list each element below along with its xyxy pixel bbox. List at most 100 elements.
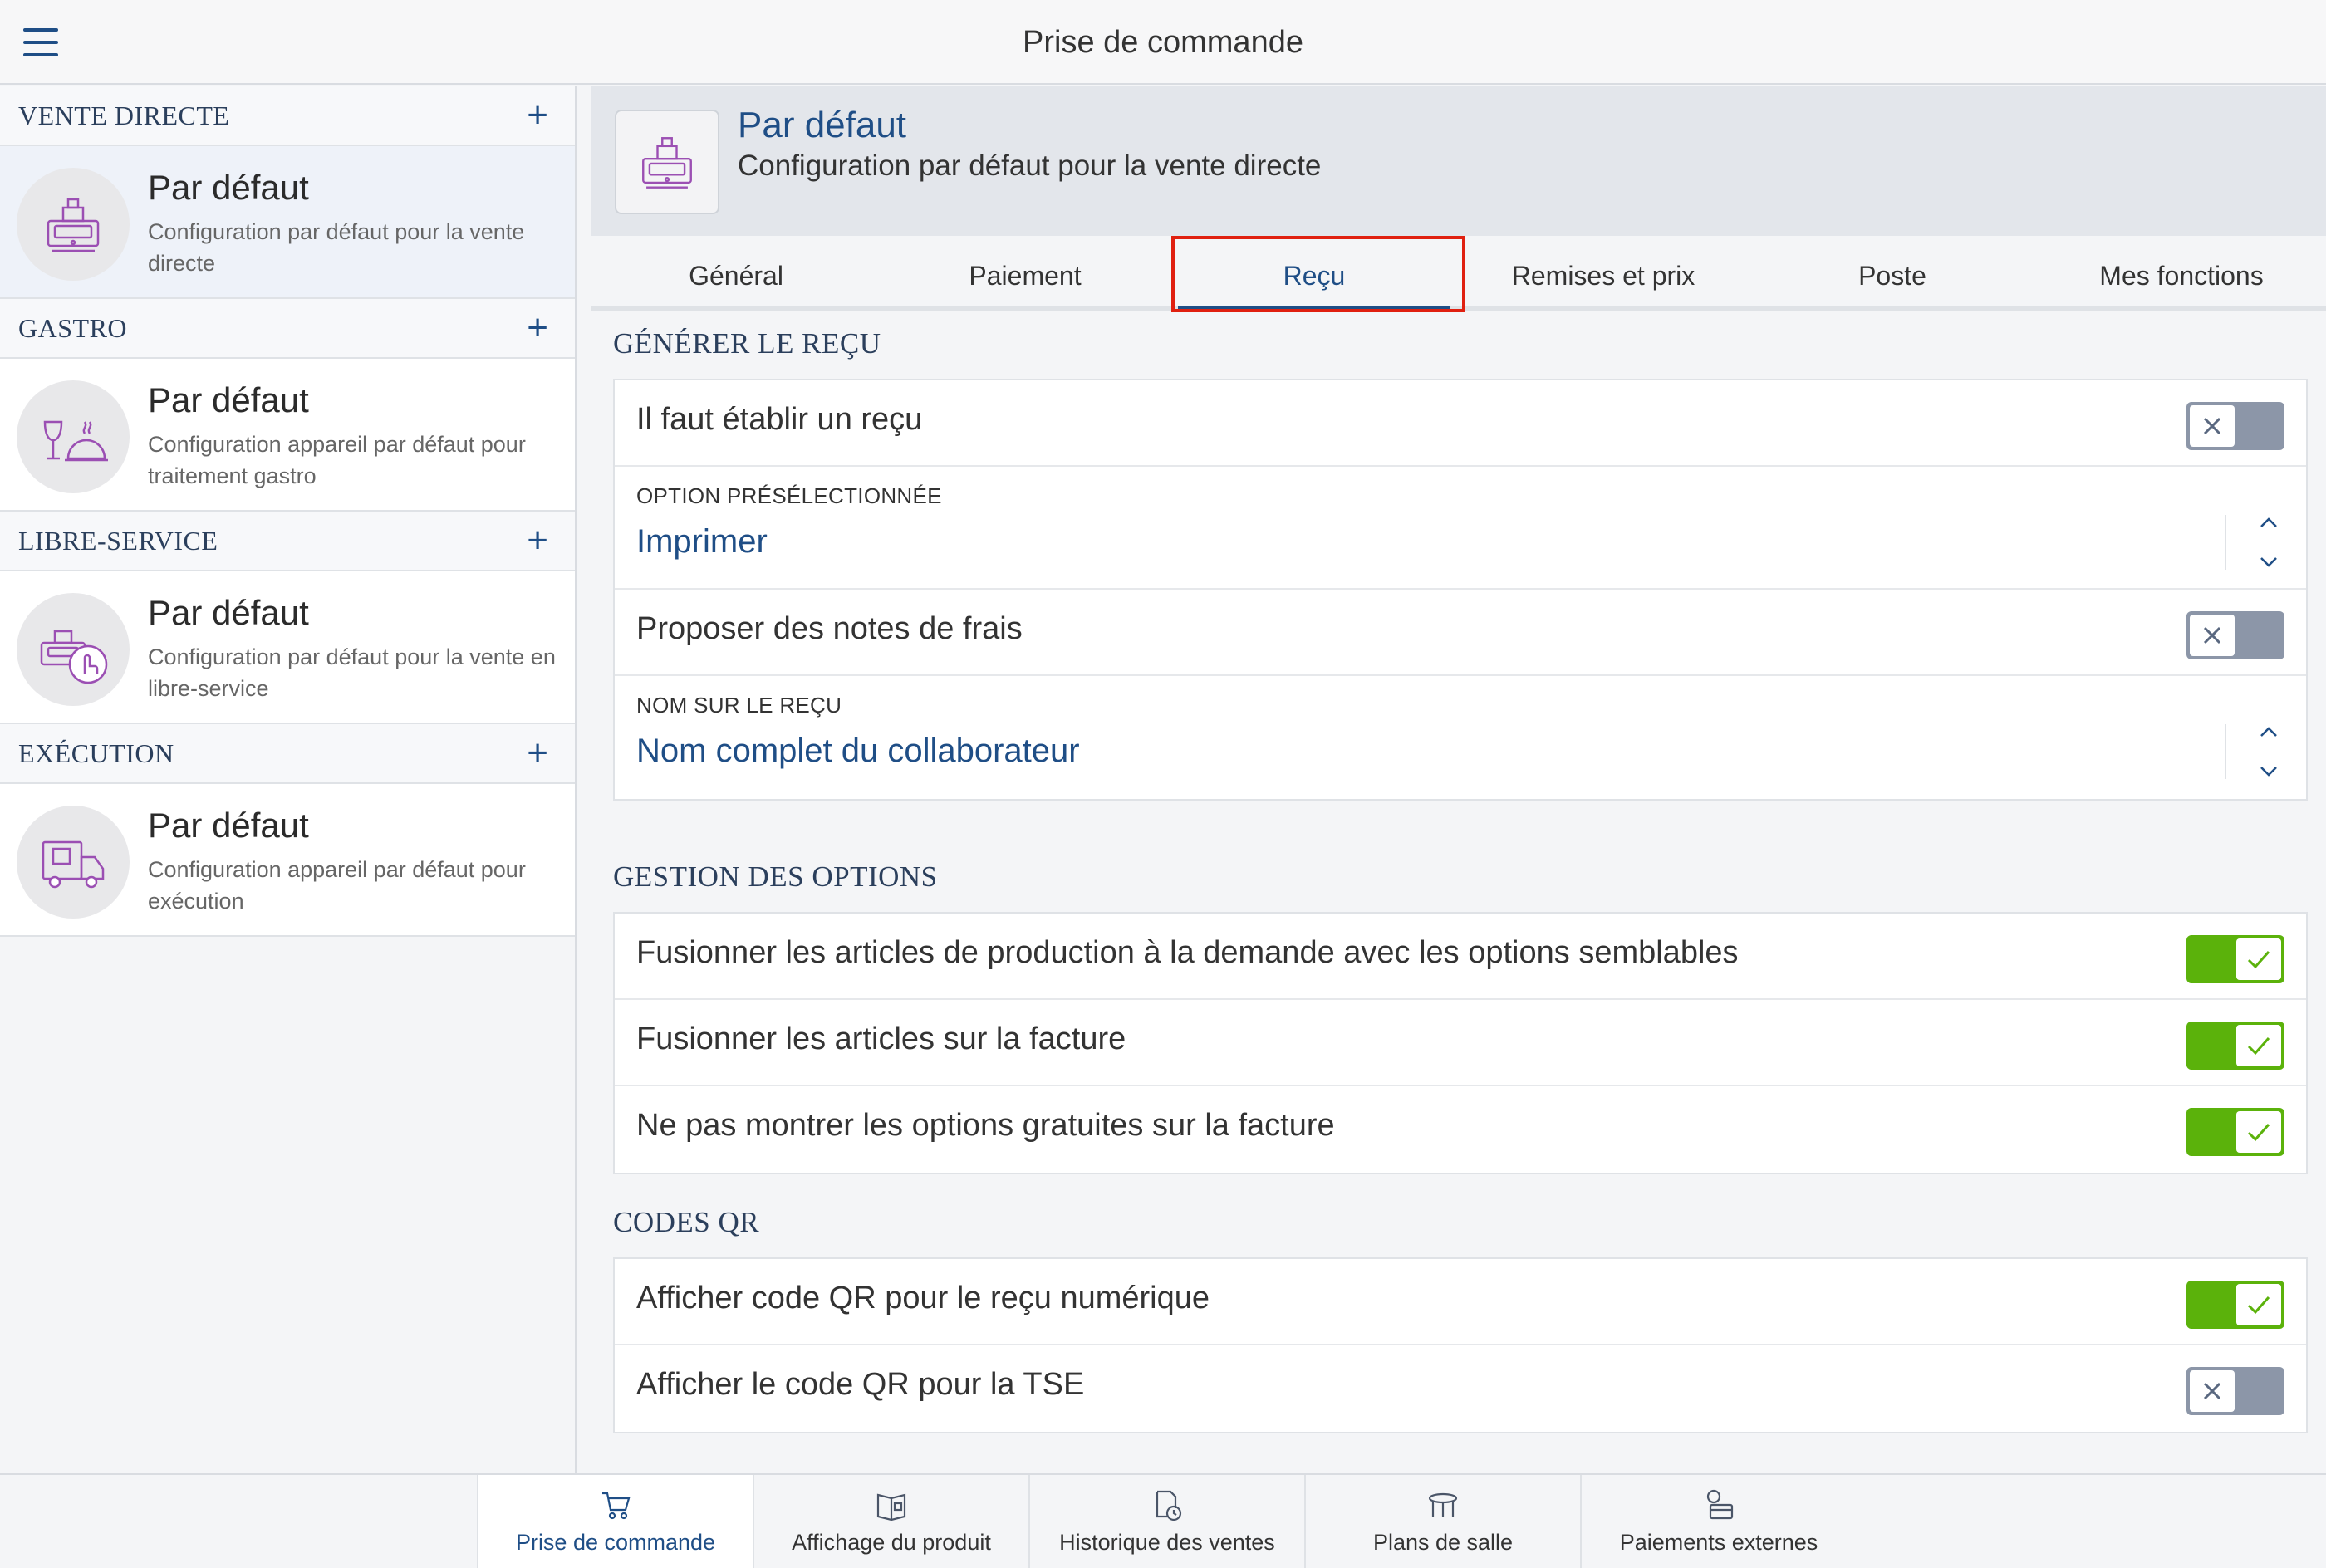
setting-row: Il faut établir un reçu xyxy=(615,380,2306,467)
chevron-up-down-icon[interactable] xyxy=(2256,726,2281,777)
nav-label: Prise de commande xyxy=(515,1530,716,1555)
delivery-truck-icon xyxy=(17,806,130,919)
section-label: EXÉCUTION xyxy=(18,737,174,768)
tab-remises-et-prix[interactable]: Remises et prix xyxy=(1459,236,1748,306)
tab-paiement[interactable]: Paiement xyxy=(881,236,1170,306)
sidebar-item-desc: Configuration par défaut pour la vente d… xyxy=(148,219,525,276)
x-icon xyxy=(2190,615,2235,656)
x-icon xyxy=(2190,1370,2235,1412)
config-title: Par défaut xyxy=(738,105,907,145)
config-header: Par défaut Configuration par défaut pour… xyxy=(591,86,2326,236)
setting-row: Afficher le code QR pour la TSE xyxy=(615,1345,2306,1432)
select-value: Nom complet du collaborateur xyxy=(636,733,1080,769)
tab-recu[interactable]: Reçu xyxy=(1170,236,1459,311)
cart-icon xyxy=(478,1488,753,1526)
setting-row: Fusionner les articles de production à l… xyxy=(615,914,2306,1000)
setting-label: Afficher le code QR pour la TSE xyxy=(636,1367,1085,1402)
nav-label: Paiements externes xyxy=(1619,1530,1818,1555)
nav-plans-de-salle[interactable]: Plans de salle xyxy=(1304,1475,1580,1568)
select-caption: OPTION PRÉSÉLECTIONNÉE xyxy=(636,483,942,508)
section-title-options: GESTION DES OPTIONS xyxy=(613,860,938,893)
add-icon[interactable]: + xyxy=(527,522,548,559)
config-subtitle: Configuration par défaut pour la vente d… xyxy=(738,149,1322,182)
group-qr: Afficher code QR pour le reçu numérique … xyxy=(613,1257,2308,1433)
cash-register-icon xyxy=(17,168,130,281)
section-label: GASTRO xyxy=(18,312,128,343)
tab-general[interactable]: Général xyxy=(591,236,881,306)
app-title: Prise de commande xyxy=(1023,25,1303,60)
setting-label: Fusionner les articles de production à l… xyxy=(636,935,1739,970)
add-icon[interactable]: + xyxy=(527,735,548,772)
chevron-up-down-icon[interactable] xyxy=(2256,517,2281,568)
sidebar-section-gastro: GASTRO + Par défaut Configuration appare… xyxy=(0,299,575,512)
sidebar-item-desc: Configuration appareil par défaut pour t… xyxy=(148,432,526,488)
sales-history-icon xyxy=(1030,1488,1304,1526)
sidebar-section-vente-directe: VENTE DIRECTE + Par défaut Configuration… xyxy=(0,86,575,299)
nav-historique-des-ventes[interactable]: Historique des ventes xyxy=(1028,1475,1304,1568)
sidebar-item-title: Par défaut xyxy=(148,593,309,632)
sidebar-item-title: Par défaut xyxy=(148,806,309,845)
sidebar-item-desc: Configuration appareil par défaut pour e… xyxy=(148,857,526,914)
gastro-icon xyxy=(17,380,130,493)
tab-poste[interactable]: Poste xyxy=(1748,236,2037,306)
sidebar-item-execution[interactable]: Par défaut Configuration appareil par dé… xyxy=(0,784,575,935)
setting-label: Ne pas montrer les options gratuites sur… xyxy=(636,1108,1335,1143)
nav-label: Affichage du produit xyxy=(792,1530,991,1555)
nav-affichage-du-produit[interactable]: Affichage du produit xyxy=(753,1475,1028,1568)
receipt-required-toggle[interactable] xyxy=(2186,402,2284,450)
main-panel: Par défaut Configuration par défaut pour… xyxy=(591,86,2326,1473)
x-icon xyxy=(2190,405,2235,447)
check-icon xyxy=(2236,938,2281,980)
qr-tse-toggle[interactable] xyxy=(2186,1367,2284,1415)
nav-prise-de-commande[interactable]: Prise de commande xyxy=(477,1475,753,1568)
nav-label: Plans de salle xyxy=(1372,1530,1514,1555)
bottom-nav: Prise de commande Affichage du produit H… xyxy=(0,1473,2326,1568)
nav-paiements-externes[interactable]: Paiements externes xyxy=(1580,1475,1856,1568)
tab-bar: Général Paiement Reçu Remises et prix Po… xyxy=(591,236,2326,311)
table-icon xyxy=(1306,1488,1580,1526)
sidebar-item-title: Par défaut xyxy=(148,380,309,419)
setting-label: Afficher code QR pour le reçu numérique xyxy=(636,1281,1210,1316)
external-payment-icon xyxy=(1582,1488,1856,1526)
setting-label: Il faut établir un reçu xyxy=(636,402,923,437)
sidebar-item-title: Par défaut xyxy=(148,168,309,207)
hide-free-options-toggle[interactable] xyxy=(2186,1108,2284,1156)
cash-register-icon xyxy=(615,110,719,214)
add-icon[interactable]: + xyxy=(527,97,548,134)
tab-mes-fonctions[interactable]: Mes fonctions xyxy=(2037,236,2326,306)
sidebar-section-libre-service: LIBRE-SERVICE + Par défaut Configuration… xyxy=(0,512,575,724)
receipt-name-select[interactable]: NOM SUR LE REÇU Nom complet du collabora… xyxy=(615,676,2306,799)
select-value: Imprimer xyxy=(636,523,768,560)
add-icon[interactable]: + xyxy=(527,310,548,346)
sidebar: VENTE DIRECTE + Par défaut Configuration… xyxy=(0,86,577,1473)
group-options: Fusionner les articles de production à l… xyxy=(613,912,2308,1174)
nav-label: Historique des ventes xyxy=(1059,1530,1275,1555)
preselected-option-select[interactable]: OPTION PRÉSÉLECTIONNÉE Imprimer xyxy=(615,467,2306,590)
product-display-icon xyxy=(754,1488,1028,1526)
group-generer: Il faut établir un reçu OPTION PRÉSÉLECT… xyxy=(613,379,2308,801)
check-icon xyxy=(2236,1284,2281,1325)
setting-row: Ne pas montrer les options gratuites sur… xyxy=(615,1086,2306,1173)
self-service-icon xyxy=(17,593,130,706)
setting-label: Proposer des notes de frais xyxy=(636,611,1023,646)
sidebar-item-vente-directe[interactable]: Par défaut Configuration par défaut pour… xyxy=(0,146,575,297)
setting-row: Afficher code QR pour le reçu numérique xyxy=(615,1259,2306,1345)
sidebar-section-execution: EXÉCUTION + Par défaut Configuration app… xyxy=(0,724,575,937)
merge-invoice-articles-toggle[interactable] xyxy=(2186,1022,2284,1070)
setting-label: Fusionner les articles sur la facture xyxy=(636,1022,1126,1056)
merge-production-options-toggle[interactable] xyxy=(2186,935,2284,983)
select-caption: NOM SUR LE REÇU xyxy=(636,693,842,718)
sidebar-item-desc: Configuration par défaut pour la vente e… xyxy=(148,644,556,701)
section-label: VENTE DIRECTE xyxy=(18,100,230,130)
sidebar-item-gastro[interactable]: Par défaut Configuration appareil par dé… xyxy=(0,359,575,510)
qr-digital-receipt-toggle[interactable] xyxy=(2186,1281,2284,1329)
section-title-qr: CODES QR xyxy=(613,1206,760,1238)
sidebar-item-libre-service[interactable]: Par défaut Configuration par défaut pour… xyxy=(0,571,575,723)
top-bar: Prise de commande xyxy=(0,0,2326,85)
expense-notes-toggle[interactable] xyxy=(2186,611,2284,659)
setting-row: Fusionner les articles sur la facture xyxy=(615,1000,2306,1086)
check-icon xyxy=(2236,1111,2281,1153)
setting-row: Proposer des notes de frais xyxy=(615,590,2306,676)
check-icon xyxy=(2236,1025,2281,1066)
section-title-generer: GÉNÉRER LE REÇU xyxy=(613,327,881,360)
